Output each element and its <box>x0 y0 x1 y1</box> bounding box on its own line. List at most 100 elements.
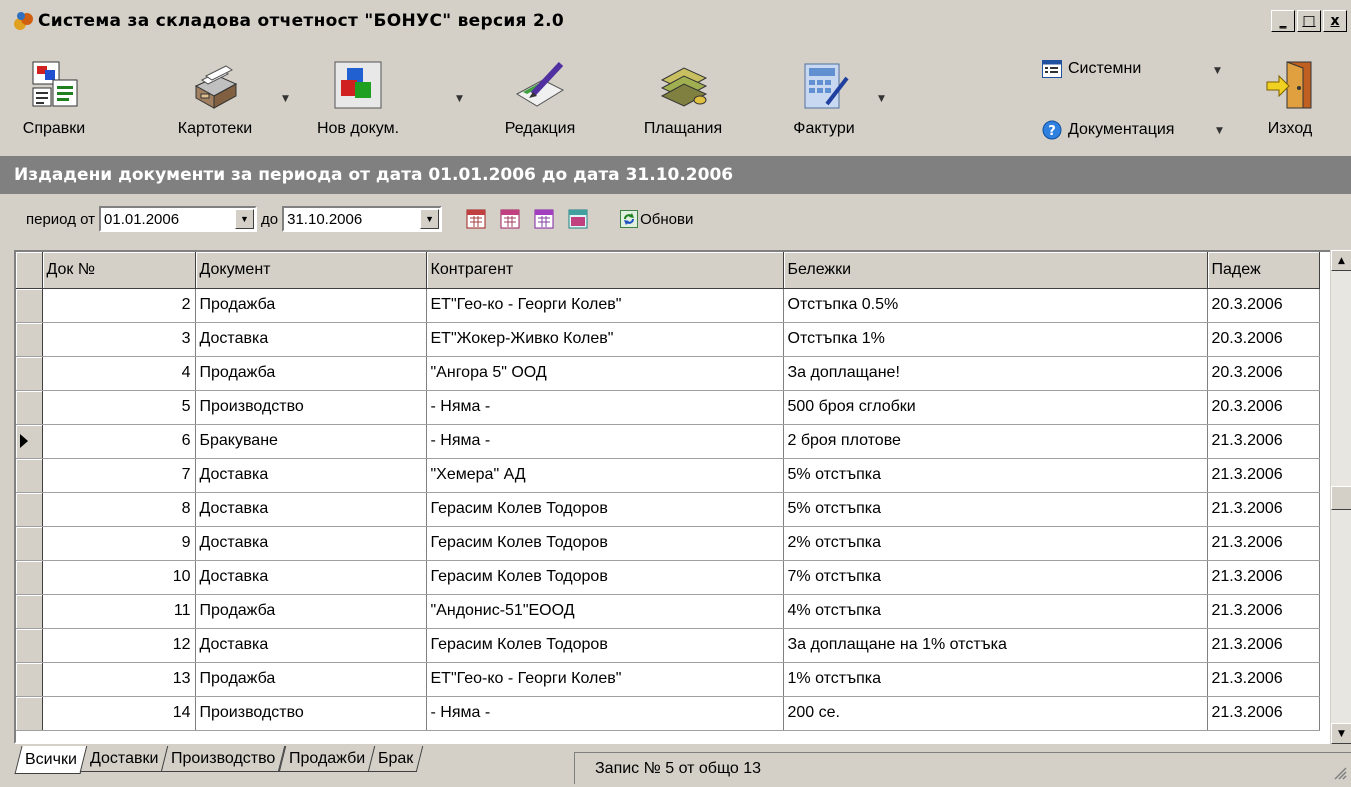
column-header-note[interactable]: Бележки <box>783 252 1208 289</box>
cell-doc-num[interactable]: 10 <box>42 560 196 595</box>
cell-note[interactable]: Отстъпка 1% <box>783 322 1208 357</box>
row-indicator[interactable] <box>16 492 43 527</box>
cell-note[interactable]: 5% отстъпка <box>783 458 1208 493</box>
cell-due-date[interactable]: 21.3.2006 <box>1207 696 1320 731</box>
cell-due-date[interactable]: 21.3.2006 <box>1207 458 1320 493</box>
cell-doc-type[interactable]: Продажба <box>195 356 427 391</box>
documents-grid[interactable]: Док № Документ Контрагент Бележки Падеж … <box>14 250 1351 744</box>
close-button[interactable]: x <box>1323 10 1347 32</box>
cell-doc-num[interactable]: 4 <box>42 356 196 391</box>
table-row[interactable]: 11 Продажба "Андонис-51"ЕООД 4% отстъпка 21.… <box>16 594 1320 629</box>
cell-contractor[interactable]: Герасим Колев Тодоров <box>426 628 784 663</box>
column-header-doc[interactable]: Документ <box>195 252 427 289</box>
tab-prodazhbi[interactable]: Продажби <box>278 746 376 772</box>
sistemni-dropdown-icon[interactable]: ▼ <box>1214 66 1221 76</box>
minimize-button[interactable]: _ <box>1271 10 1295 32</box>
row-indicator[interactable] <box>16 288 43 323</box>
cell-note[interactable]: 2% отстъпка <box>783 526 1208 561</box>
cell-doc-num[interactable]: 3 <box>42 322 196 357</box>
cell-contractor[interactable]: - Няма - <box>426 696 784 731</box>
cell-due-date[interactable]: 20.3.2006 <box>1207 356 1320 391</box>
cell-doc-num[interactable]: 11 <box>42 594 196 629</box>
kartoteki-dropdown-icon[interactable]: ▼ <box>282 94 289 104</box>
cell-doc-type[interactable]: Доставка <box>195 322 427 357</box>
row-indicator[interactable] <box>16 356 43 391</box>
table-row[interactable]: 14 Производство - Няма -200 се. 21.3.2006 <box>16 696 1320 731</box>
cell-doc-type[interactable]: Доставка <box>195 526 427 561</box>
sistemni-button[interactable]: Системни <box>1042 60 1141 78</box>
cell-doc-type[interactable]: Производство <box>195 390 427 425</box>
table-row[interactable]: 2 Продажба ЕТ"Гео-ко - Георги Колев" Отстъп… <box>16 288 1320 323</box>
cell-doc-num[interactable]: 13 <box>42 662 196 697</box>
cell-note[interactable]: Отстъпка 0.5% <box>783 288 1208 323</box>
row-indicator[interactable] <box>16 526 43 561</box>
cell-note[interactable]: 5% отстъпка <box>783 492 1208 527</box>
cell-doc-type[interactable]: Продажба <box>195 594 427 629</box>
cell-doc-num[interactable]: 7 <box>42 458 196 493</box>
scroll-thumb[interactable] <box>1331 486 1351 510</box>
cell-doc-type[interactable]: Продажба <box>195 288 427 323</box>
cell-doc-num[interactable]: 8 <box>42 492 196 527</box>
row-indicator[interactable] <box>16 322 43 357</box>
column-header-num[interactable]: Док № <box>42 252 196 289</box>
table-row[interactable]: 3 Доставка ЕТ"Жокер-Живко Колев" Отстъпка 1… <box>16 322 1320 357</box>
cell-doc-type[interactable]: Доставка <box>195 458 427 493</box>
refresh-button[interactable]: Обнови <box>620 210 693 228</box>
fakturi-button[interactable]: Фактури <box>774 52 874 152</box>
cell-note[interactable]: 1% отстъпка <box>783 662 1208 697</box>
maximize-button[interactable]: □ <box>1297 10 1321 32</box>
column-header-party[interactable]: Контрагент <box>426 252 784 289</box>
nov-dokum-dropdown-icon[interactable]: ▼ <box>456 94 463 104</box>
row-indicator[interactable] <box>16 628 43 663</box>
cell-doc-type[interactable]: Бракуване <box>195 424 427 459</box>
row-indicator[interactable] <box>16 696 43 731</box>
cell-contractor[interactable]: - Няма - <box>426 390 784 425</box>
from-date-combo[interactable]: 01.01.2006 ▼ <box>99 206 258 232</box>
fakturi-dropdown-icon[interactable]: ▼ <box>878 94 885 104</box>
tab-dostavki[interactable]: Доставки <box>79 746 169 772</box>
tab-proizvodstvo[interactable]: Производство <box>161 746 286 772</box>
cell-doc-type[interactable]: Продажба <box>195 662 427 697</box>
cell-due-date[interactable]: 21.3.2006 <box>1207 628 1320 663</box>
cell-doc-num[interactable]: 5 <box>42 390 196 425</box>
cell-due-date[interactable]: 21.3.2006 <box>1207 424 1320 459</box>
row-indicator[interactable] <box>16 594 43 629</box>
calendar-month-icon[interactable] <box>534 209 554 229</box>
cell-due-date[interactable]: 20.3.2006 <box>1207 390 1320 425</box>
calendar-day-icon[interactable] <box>466 209 486 229</box>
cell-doc-type[interactable]: Производство <box>195 696 427 731</box>
table-row[interactable]: 4 Продажба "Ангора 5" ООД За доплащане! 20.3… <box>16 356 1320 391</box>
row-indicator[interactable] <box>16 424 43 459</box>
cell-contractor[interactable]: "Ангора 5" ООД <box>426 356 784 391</box>
cell-note[interactable]: 7% отстъпка <box>783 560 1208 595</box>
cell-due-date[interactable]: 21.3.2006 <box>1207 662 1320 697</box>
table-row[interactable]: 9 Доставка Герасим Колев Тодоров 2% отстъпк… <box>16 526 1320 561</box>
dokumentacia-dropdown-icon[interactable]: ▼ <box>1216 126 1223 136</box>
dokumentacia-button[interactable]: ? Документация <box>1042 120 1174 140</box>
row-indicator[interactable] <box>16 662 43 697</box>
cell-due-date[interactable]: 21.3.2006 <box>1207 492 1320 527</box>
vertical-scrollbar[interactable]: ▲ ▼ <box>1330 250 1351 744</box>
cell-contractor[interactable]: "Хемера" АД <box>426 458 784 493</box>
cell-note[interactable]: 200 се. <box>783 696 1208 731</box>
nov-dokum-button[interactable]: Нов докум. <box>306 52 410 152</box>
scroll-down-icon[interactable]: ▼ <box>1331 723 1351 744</box>
cell-contractor[interactable]: "Андонис-51"ЕООД <box>426 594 784 629</box>
izhod-button[interactable]: Изход <box>1250 52 1330 152</box>
cell-doc-num[interactable]: 9 <box>42 526 196 561</box>
chevron-down-icon[interactable]: ▼ <box>420 209 440 229</box>
cell-due-date[interactable]: 21.3.2006 <box>1207 526 1320 561</box>
cell-note[interactable]: 500 броя сглобки <box>783 390 1208 425</box>
plashtania-button[interactable]: Плащания <box>628 52 738 152</box>
cell-contractor[interactable]: Герасим Колев Тодоров <box>426 526 784 561</box>
table-row[interactable]: 7 Доставка "Хемера" АД 5% отстъпка 21.3.2006 <box>16 458 1320 493</box>
table-row[interactable]: 12 Доставка Герасим Колев Тодоров За доплащ… <box>16 628 1320 663</box>
cell-doc-type[interactable]: Доставка <box>195 628 427 663</box>
cell-due-date[interactable]: 20.3.2006 <box>1207 288 1320 323</box>
cell-note[interactable]: 2 броя плотове <box>783 424 1208 459</box>
cell-doc-num[interactable]: 14 <box>42 696 196 731</box>
cell-doc-type[interactable]: Доставка <box>195 560 427 595</box>
spravki-button[interactable]: Справки <box>12 52 96 152</box>
cell-doc-num[interactable]: 2 <box>42 288 196 323</box>
scroll-up-icon[interactable]: ▲ <box>1331 250 1351 271</box>
